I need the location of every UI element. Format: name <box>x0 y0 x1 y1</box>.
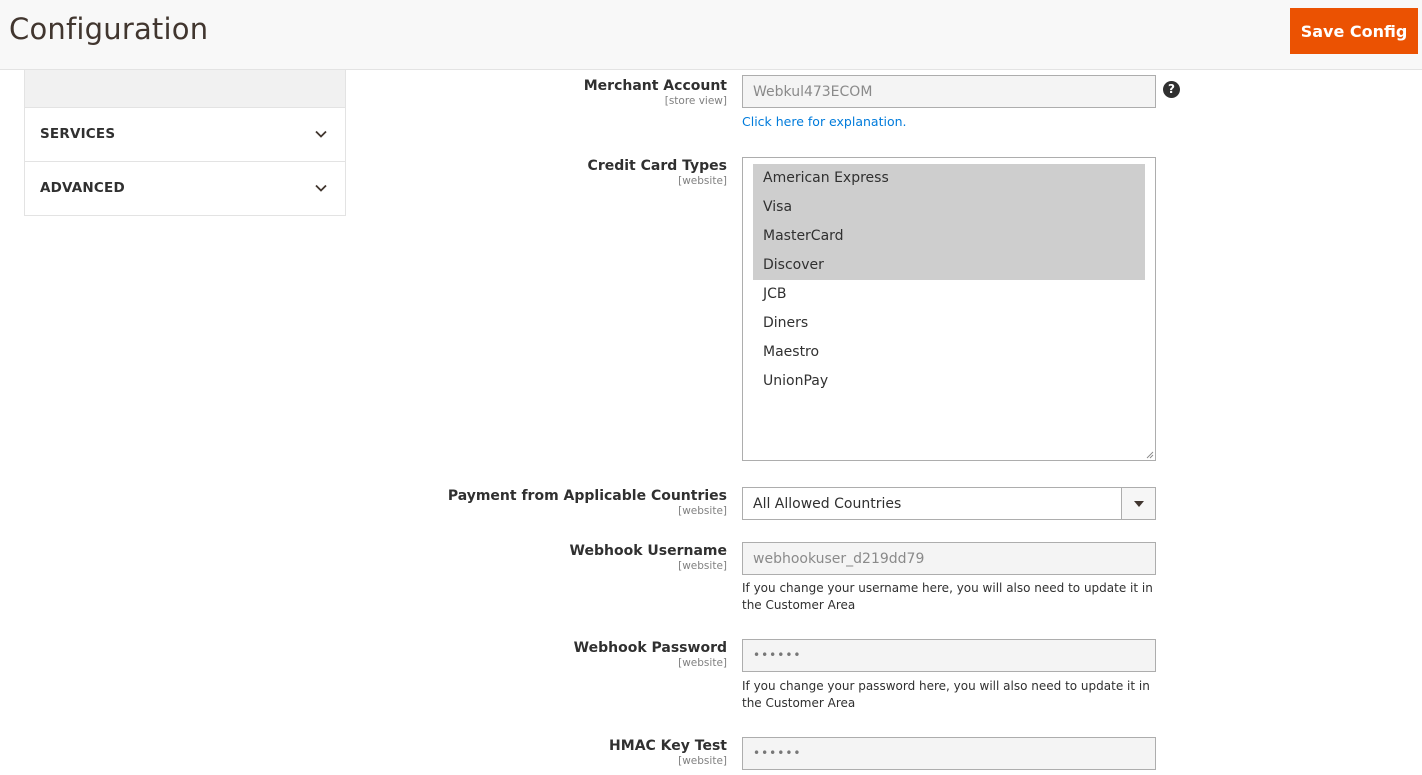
cc-option[interactable]: Diners <box>753 309 1145 338</box>
merchant-account-scope: [store view] <box>664 95 727 107</box>
help-icon[interactable]: ? <box>1163 81 1180 98</box>
merchant-account-label: Merchant Account <box>583 78 727 94</box>
webhook-username-scope: [website] <box>678 560 727 572</box>
cc-option[interactable]: Discover <box>753 251 1145 280</box>
dropdown-arrow-icon[interactable] <box>1121 488 1155 519</box>
webhook-password-scope: [website] <box>678 657 727 669</box>
explanation-link[interactable]: Click here for explanation. <box>742 114 907 129</box>
cc-option[interactable]: Maestro <box>753 338 1145 367</box>
page-header: Configuration Save Config <box>0 0 1422 70</box>
sidebar-item-label: SERVICES <box>40 126 116 142</box>
hmac-key-test-input[interactable]: •••••• <box>742 737 1156 770</box>
chevron-down-icon <box>315 130 327 138</box>
cc-option[interactable]: UnionPay <box>753 367 1145 396</box>
resize-handle-icon[interactable] <box>1146 451 1154 459</box>
config-sidebar: SERVICES ADVANCED <box>24 70 346 216</box>
applicable-countries-scope: [website] <box>678 505 727 517</box>
webhook-password-note: If you change your password here, you wi… <box>742 679 1150 710</box>
webhook-username-note: If you change your username here, you wi… <box>742 581 1153 612</box>
credit-card-types-multiselect[interactable]: American Express Visa MasterCard Discove… <box>742 157 1156 461</box>
cc-option[interactable]: American Express <box>753 164 1145 193</box>
sidebar-item-label: ADVANCED <box>40 180 125 196</box>
webhook-username-label: Webhook Username <box>569 543 727 559</box>
merchant-account-input[interactable]: Webkul473ECOM <box>742 75 1156 108</box>
applicable-countries-select[interactable]: All Allowed Countries <box>742 487 1156 520</box>
webhook-password-label: Webhook Password <box>573 640 727 656</box>
webhook-username-input[interactable]: webhookuser_d219dd79 <box>742 542 1156 575</box>
sidebar-item-services[interactable]: SERVICES <box>24 108 346 162</box>
webhook-password-input[interactable]: •••••• <box>742 639 1156 672</box>
applicable-countries-label: Payment from Applicable Countries <box>447 488 727 504</box>
credit-card-types-scope: [website] <box>678 175 727 187</box>
cc-option[interactable]: MasterCard <box>753 222 1145 251</box>
chevron-down-icon <box>315 184 327 192</box>
cc-option[interactable]: JCB <box>753 280 1145 309</box>
hmac-key-test-label: HMAC Key Test <box>609 738 727 754</box>
hmac-key-test-scope: [website] <box>678 755 727 767</box>
sidebar-item-advanced[interactable]: ADVANCED <box>24 162 346 216</box>
save-config-button[interactable]: Save Config <box>1290 8 1418 54</box>
cc-option[interactable]: Visa <box>753 193 1145 222</box>
sidebar-top-block <box>24 70 346 108</box>
credit-card-types-label: Credit Card Types <box>587 158 727 174</box>
page-title: Configuration <box>9 12 209 46</box>
select-value: All Allowed Countries <box>753 496 902 512</box>
